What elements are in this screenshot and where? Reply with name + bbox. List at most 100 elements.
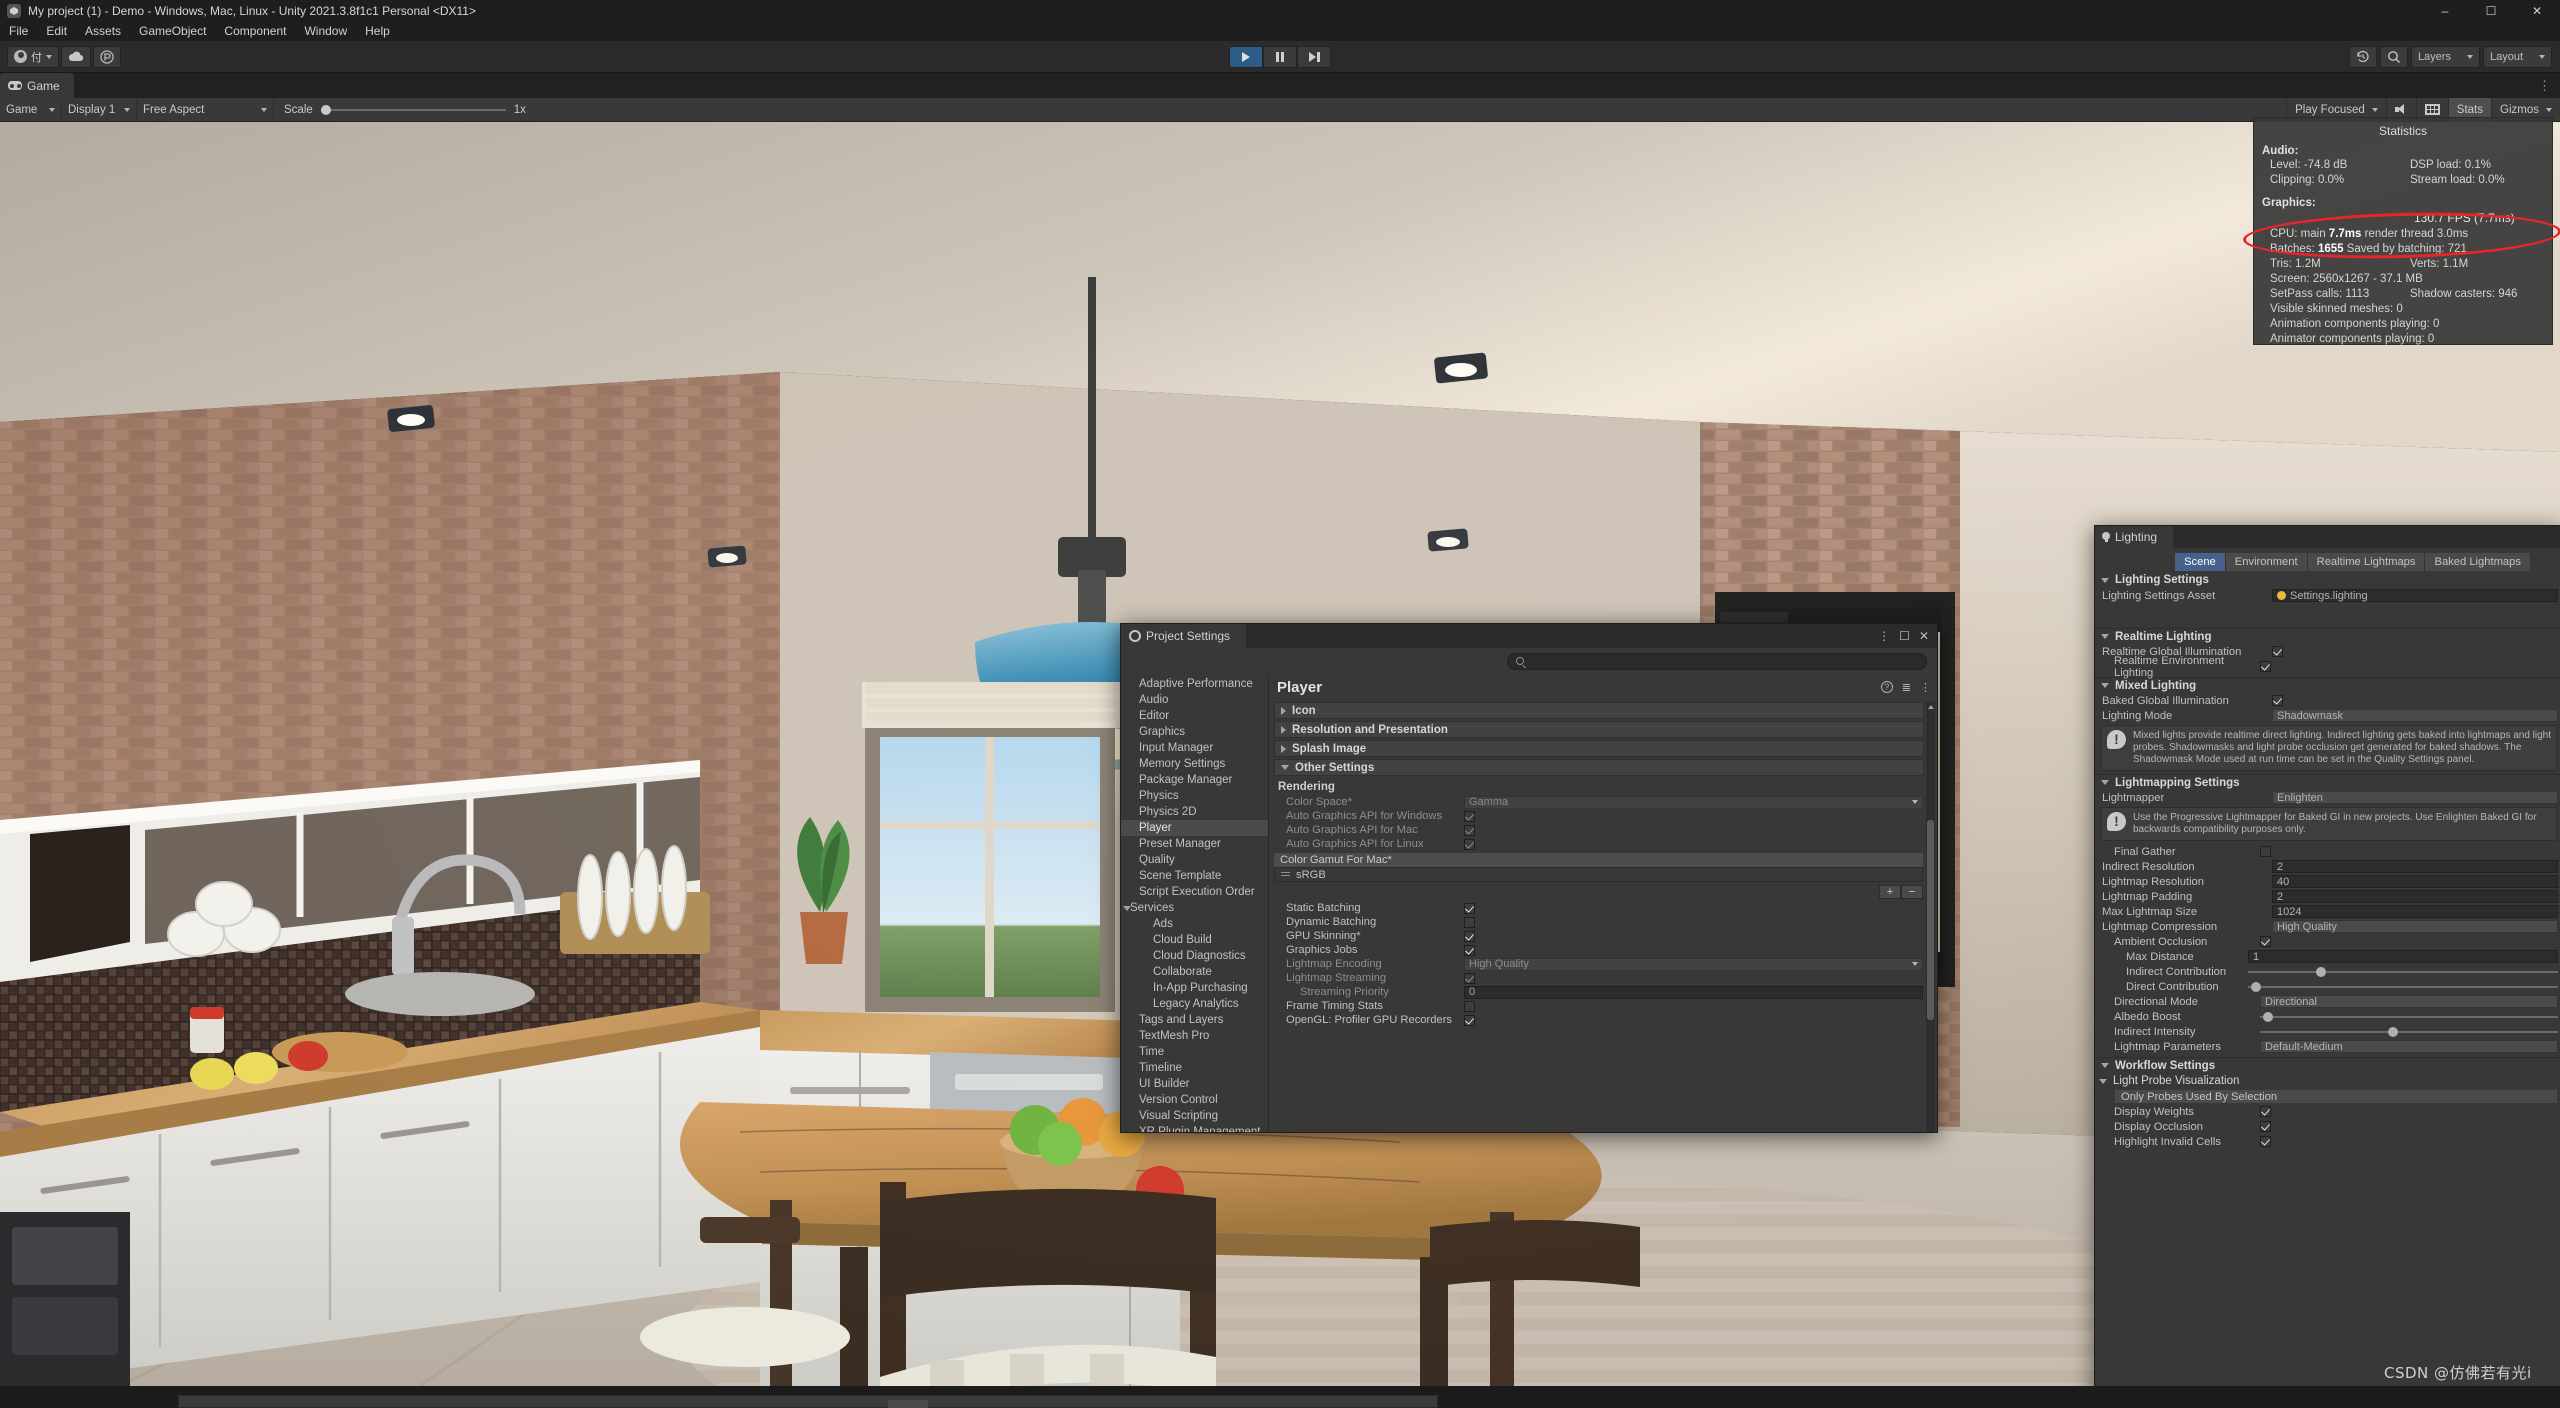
lightmapper-dropdown[interactable]: Enlighten: [2272, 791, 2558, 804]
sidebar-item-textmesh-pro[interactable]: TextMesh Pro: [1121, 1028, 1268, 1044]
sidebar-item-collaborate[interactable]: Collaborate: [1121, 964, 1268, 980]
slider[interactable]: [2248, 980, 2558, 993]
color-gamut-item[interactable]: sRGB: [1274, 867, 1923, 882]
scale-slider[interactable]: [320, 104, 506, 115]
slider-knob[interactable]: [2316, 966, 2327, 977]
checkbox[interactable]: [1464, 1014, 1475, 1026]
slider-knob[interactable]: [2388, 1026, 2399, 1037]
foldout-icon[interactable]: Icon: [1274, 702, 1924, 719]
lighting-tab-scene[interactable]: Scene: [2175, 553, 2226, 571]
text-field[interactable]: 2: [2272, 860, 2558, 873]
checkbox[interactable]: [2272, 646, 2283, 657]
aspect-dropdown[interactable]: Free Aspect: [137, 99, 274, 120]
property-row-frame-timing-stats[interactable]: Frame Timing Stats: [1269, 999, 1937, 1013]
project-settings-window[interactable]: Project Settings ⋮ ☐ ✕ Adaptive Performa…: [1120, 623, 1938, 1133]
dropdown[interactable]: Default-Medium: [2260, 1040, 2558, 1053]
lighting-tab-realtime-lightmaps[interactable]: Realtime Lightmaps: [2307, 553, 2426, 571]
sidebar-item-ads[interactable]: Ads: [1121, 916, 1268, 932]
kebab-menu-icon[interactable]: ⋮: [1920, 681, 1931, 694]
property-row-color-space-[interactable]: Color Space* Gamma: [1269, 795, 1937, 809]
sidebar-item-in-app-purchasing[interactable]: In-App Purchasing: [1121, 980, 1268, 996]
text-field[interactable]: 1024: [2272, 905, 2558, 918]
property-row-static-batching[interactable]: Static Batching: [1269, 901, 1937, 915]
scale-slider-group[interactable]: Scale 1x: [274, 104, 536, 116]
scroll-up-arrow-icon[interactable]: [1928, 705, 1934, 709]
maximize-button[interactable]: ☐: [2468, 0, 2514, 22]
project-settings-scrollbar[interactable]: [1926, 702, 1935, 1132]
sidebar-item-physics-2d[interactable]: Physics 2D: [1121, 804, 1268, 820]
slider-knob[interactable]: [2251, 981, 2262, 992]
property-row-opengl-profiler-gpu-recorders[interactable]: OpenGL: Profiler GPU Recorders: [1269, 1013, 1937, 1027]
cloud-button[interactable]: [61, 45, 91, 68]
maximize-icon[interactable]: ☐: [1899, 629, 1910, 643]
sidebar-item-player[interactable]: Player: [1121, 820, 1268, 836]
sidebar-item-package-manager[interactable]: Package Manager: [1121, 772, 1268, 788]
property-row-lightmap-encoding[interactable]: Lightmap Encoding High Quality: [1269, 957, 1937, 971]
checkbox[interactable]: [1464, 972, 1475, 984]
lighting-row-lighting-mode[interactable]: Lighting Mode Shadowmask: [2095, 708, 2560, 723]
checkbox[interactable]: [1464, 838, 1475, 850]
scrollbar-thumb[interactable]: [1927, 820, 1934, 1020]
checkbox[interactable]: [2272, 695, 2283, 706]
tab-game[interactable]: Game: [0, 73, 74, 98]
lighting-row-highlight-invalid-cells[interactable]: Highlight Invalid Cells: [2095, 1134, 2560, 1149]
minimize-button[interactable]: –: [2422, 0, 2468, 22]
menu-item-edit[interactable]: Edit: [37, 22, 76, 41]
property-row-dynamic-batching[interactable]: Dynamic Batching: [1269, 915, 1937, 929]
step-button[interactable]: [1297, 45, 1331, 68]
lighting-tab-environment[interactable]: Environment: [2225, 553, 2308, 571]
slider-knob[interactable]: [2262, 1011, 2273, 1022]
project-settings-search-input[interactable]: [1507, 652, 1927, 670]
lighting-row-final-gather[interactable]: Final Gather: [2095, 844, 2560, 859]
sidebar-item-physics[interactable]: Physics: [1121, 788, 1268, 804]
checkbox[interactable]: [1464, 1000, 1475, 1012]
lighting-row-max-distance[interactable]: Max Distance 1: [2095, 949, 2560, 964]
lighting-row-indirect-intensity[interactable]: Indirect Intensity: [2095, 1024, 2560, 1039]
text-field[interactable]: 1: [2248, 950, 2558, 963]
menu-item-window[interactable]: Window: [295, 22, 356, 41]
sidebar-item-preset-manager[interactable]: Preset Manager: [1121, 836, 1268, 852]
checkbox[interactable]: [1464, 810, 1475, 822]
kebab-menu-icon[interactable]: ⋮: [1878, 629, 1890, 643]
project-settings-sidebar[interactable]: Adaptive Performance Audio Editor Graphics I…: [1121, 674, 1269, 1132]
checkbox[interactable]: [2260, 846, 2271, 857]
checkbox[interactable]: [1464, 824, 1475, 836]
foldout-resolution-and-presentation[interactable]: Resolution and Presentation: [1274, 721, 1924, 738]
sidebar-item-audio[interactable]: Audio: [1121, 692, 1268, 708]
section-light-probe-visualization[interactable]: Light Probe Visualization: [2095, 1073, 2560, 1089]
probe-mode-dropdown[interactable]: Only Probes Used By Selection: [2115, 1090, 2557, 1103]
undo-history-button[interactable]: [2348, 45, 2377, 68]
lighting-row-realtime-environment-lighting[interactable]: Realtime Environment Lighting: [2095, 655, 2560, 679]
lighting-row-lightmap-padding[interactable]: Lightmap Padding 2: [2095, 889, 2560, 904]
menu-item-gameobject[interactable]: GameObject: [130, 22, 215, 41]
lighting-row-lightmap-compression[interactable]: Lightmap Compression High Quality: [2095, 919, 2560, 934]
slider[interactable]: [2248, 965, 2558, 978]
sidebar-item-timeline[interactable]: Timeline: [1121, 1060, 1268, 1076]
close-icon[interactable]: ✕: [1919, 629, 1929, 643]
sidebar-item-legacy-analytics[interactable]: Legacy Analytics: [1121, 996, 1268, 1012]
foldout-other-settings[interactable]: Other Settings: [1274, 759, 1924, 776]
slider[interactable]: [2260, 1010, 2558, 1023]
property-row-gpu-skinning-[interactable]: GPU Skinning*: [1269, 929, 1937, 943]
sidebar-item-cloud-diagnostics[interactable]: Cloud Diagnostics: [1121, 948, 1268, 964]
checkbox[interactable]: [1464, 916, 1475, 928]
section-lightmapping-settings[interactable]: Lightmapping Settings: [2095, 774, 2560, 790]
property-row-graphics-jobs[interactable]: Graphics Jobs: [1269, 943, 1937, 957]
sidebar-item-services[interactable]: Services: [1121, 900, 1268, 916]
search-button[interactable]: [2379, 45, 2408, 68]
display-dropdown[interactable]: Display 1: [62, 99, 137, 120]
dropdown[interactable]: High Quality: [1464, 957, 1923, 971]
checkbox[interactable]: [1464, 944, 1475, 956]
section-realtime-lighting[interactable]: Realtime Lighting: [2095, 628, 2560, 644]
lighting-row-max-lightmap-size[interactable]: Max Lightmap Size 1024: [2095, 904, 2560, 919]
sidebar-item-memory-settings[interactable]: Memory Settings: [1121, 756, 1268, 772]
lighting-row-indirect-contribution[interactable]: Indirect Contribution: [2095, 964, 2560, 979]
lighting-row-albedo-boost[interactable]: Albedo Boost: [2095, 1009, 2560, 1024]
lightmapper-row[interactable]: Lightmapper Enlighten: [2095, 790, 2560, 805]
checkbox[interactable]: [2260, 1121, 2271, 1132]
tab-project-settings[interactable]: Project Settings: [1121, 624, 1247, 648]
lighting-row-baked-global-illumination[interactable]: Baked Global Illumination: [2095, 693, 2560, 708]
lighting-window[interactable]: Lighting Scene Environment Realtime Lightm…: [2094, 525, 2560, 1405]
property-row-auto-graphics-api-for-linux[interactable]: Auto Graphics API for Linux: [1269, 837, 1937, 851]
checkbox[interactable]: [2260, 936, 2271, 947]
